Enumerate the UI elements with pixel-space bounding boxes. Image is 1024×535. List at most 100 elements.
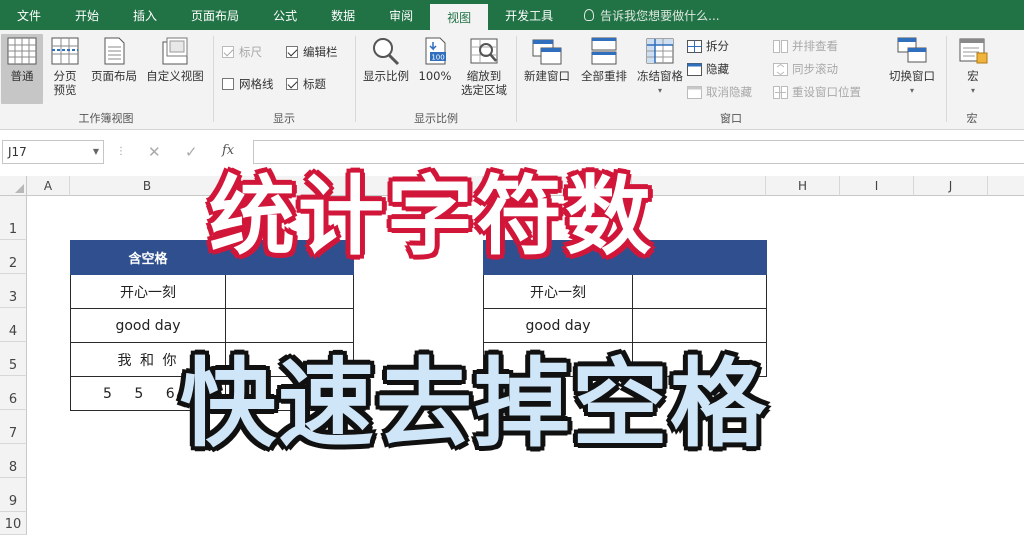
table-cell[interactable]: good day — [70, 308, 226, 343]
view-side-by-side-button[interactable]: 并排查看 — [773, 38, 838, 54]
table-cell[interactable]: good day — [483, 308, 633, 343]
freeze-panes-button[interactable]: 冻结窗格 ▾ — [633, 34, 687, 98]
sync-scroll-icon — [773, 62, 788, 76]
headings-checkbox[interactable]: 标题 — [286, 76, 326, 92]
tab-formulas[interactable]: 公式 — [256, 0, 314, 30]
group-label-workbook-views: 工作簿视图 — [78, 112, 134, 125]
unhide-window-button[interactable]: 取消隐藏 — [687, 84, 752, 100]
group-workbook-views: 普通 分页 预览 页面布局 自定义视图 工作簿视图 — [0, 30, 212, 130]
tab-insert[interactable]: 插入 — [116, 0, 174, 30]
tab-view[interactable]: 视图 — [430, 4, 489, 30]
tab-home[interactable]: 开始 — [58, 0, 116, 30]
video-subtitle-caption: 快速去掉空格 — [180, 348, 768, 460]
more-options-icon[interactable]: ⋮ — [116, 146, 126, 157]
select-all-corner[interactable] — [0, 176, 27, 196]
column-header-j[interactable]: J — [914, 176, 988, 196]
unhide-window-icon — [687, 85, 702, 99]
table-cell[interactable] — [225, 274, 354, 309]
row-header-10[interactable]: 10 — [0, 512, 27, 535]
split-icon — [687, 39, 702, 53]
zoom-selection-icon — [468, 36, 500, 66]
new-window-icon — [531, 36, 563, 66]
custom-views-icon — [159, 36, 191, 66]
normal-view-button[interactable]: 普通 — [1, 34, 43, 104]
new-window-button[interactable]: 新建窗口 — [519, 34, 575, 83]
formula-bar: J17 ▼ ⋮ ✕ ✓ fx — [0, 138, 1024, 166]
table-cell[interactable]: 开心一刻 — [70, 274, 226, 309]
dropdown-arrow-icon: ▾ — [970, 86, 975, 95]
row-header-2[interactable]: 2 — [0, 240, 27, 274]
group-macros: 宏 ▾ 宏 — [947, 30, 997, 130]
macros-button[interactable]: 宏 ▾ — [953, 34, 993, 98]
name-box[interactable]: J17 ▼ — [2, 140, 104, 164]
custom-views-button[interactable]: 自定义视图 — [143, 34, 207, 83]
synchronous-scrolling-button[interactable]: 同步滚动 — [773, 61, 838, 77]
zoom-to-selection-button[interactable]: 缩放到 选定区域 — [456, 34, 512, 97]
formula-bar-checkbox[interactable]: 编辑栏 — [286, 44, 338, 60]
table-cell[interactable] — [632, 274, 767, 309]
page-break-preview-button[interactable]: 分页 预览 — [46, 34, 84, 97]
table-row: 开心一刻 — [70, 274, 354, 309]
switch-windows-icon — [896, 36, 928, 66]
hide-window-button[interactable]: 隐藏 — [687, 61, 729, 77]
video-title-caption: 统计字符数 — [209, 167, 654, 267]
zoom-100-icon: 100 — [419, 36, 451, 66]
formula-input[interactable] — [253, 140, 1024, 164]
reset-window-position-button[interactable]: 重设窗口位置 — [773, 84, 861, 100]
column-header-k[interactable] — [988, 176, 1024, 196]
normal-view-icon — [6, 36, 38, 66]
row-header-7[interactable]: 7 — [0, 410, 27, 444]
page-layout-view-button[interactable]: 页面布局 — [87, 34, 141, 83]
page-layout-icon — [98, 36, 130, 66]
tab-data[interactable]: 数据 — [314, 0, 372, 30]
row-header-4[interactable]: 4 — [0, 308, 27, 342]
column-header-a[interactable]: A — [27, 176, 70, 196]
lightbulb-icon — [584, 9, 595, 21]
table-cell[interactable]: 开心一刻 — [483, 274, 633, 309]
row-header-6[interactable]: 6 — [0, 376, 27, 410]
ruler-checkbox[interactable]: 标尺 — [222, 44, 262, 60]
column-header-i[interactable]: I — [840, 176, 914, 196]
tab-review[interactable]: 审阅 — [372, 0, 430, 30]
zoom-100-button[interactable]: 100 100% — [416, 34, 454, 83]
freeze-panes-icon — [644, 36, 676, 66]
zoom-100-badge: 100 — [431, 54, 444, 62]
tab-page-layout[interactable]: 页面布局 — [174, 0, 256, 30]
insert-function-icon[interactable]: fx — [222, 143, 234, 158]
chevron-down-icon[interactable]: ▼ — [93, 147, 99, 156]
row-header-8[interactable]: 8 — [0, 444, 27, 478]
tell-me-text: 告诉我您想要做什么... — [600, 8, 720, 23]
table-cell[interactable] — [632, 308, 767, 343]
switch-windows-button[interactable]: 切换窗口 ▾ — [883, 34, 941, 98]
checkbox-icon — [286, 46, 298, 58]
checkbox-icon — [222, 46, 234, 58]
column-header-b[interactable]: B — [70, 176, 225, 196]
checkbox-icon — [222, 78, 234, 90]
cancel-icon[interactable]: ✕ — [148, 143, 161, 161]
dropdown-arrow-icon: ▾ — [657, 86, 662, 95]
tab-file[interactable]: 文件 — [0, 0, 58, 30]
row-header-3[interactable]: 3 — [0, 274, 27, 308]
gridlines-checkbox[interactable]: 网格线 — [222, 76, 274, 92]
header-cell[interactable]: 含空格 — [70, 240, 226, 275]
arrange-all-button[interactable]: 全部重排 — [577, 34, 631, 83]
zoom-button[interactable]: 显示比例 — [358, 34, 414, 83]
hide-window-icon — [687, 62, 702, 76]
tell-me-box[interactable]: 告诉我您想要做什么... — [584, 0, 720, 30]
page-break-preview-icon — [49, 36, 81, 66]
row-header-5[interactable]: 5 — [0, 342, 27, 376]
row-header-1[interactable]: 1 — [0, 196, 27, 240]
magnifier-icon — [370, 36, 402, 66]
reset-position-icon — [773, 85, 788, 99]
split-button[interactable]: 拆分 — [687, 38, 729, 54]
row-header-9[interactable]: 9 — [0, 478, 27, 512]
tab-developer[interactable]: 开发工具 — [488, 0, 570, 30]
side-by-side-icon — [773, 39, 788, 53]
table-cell[interactable] — [225, 308, 354, 343]
column-header-h[interactable]: H — [766, 176, 840, 196]
group-label-window: 窗口 — [720, 112, 742, 125]
macro-icon — [957, 36, 989, 66]
confirm-icon[interactable]: ✓ — [185, 143, 198, 161]
group-window: 新建窗口 全部重排 冻结窗格 ▾ 拆分 隐藏 取消隐藏 并排查看 同步滚动 重设… — [517, 30, 945, 130]
table-row: 开心一刻 — [483, 274, 767, 309]
